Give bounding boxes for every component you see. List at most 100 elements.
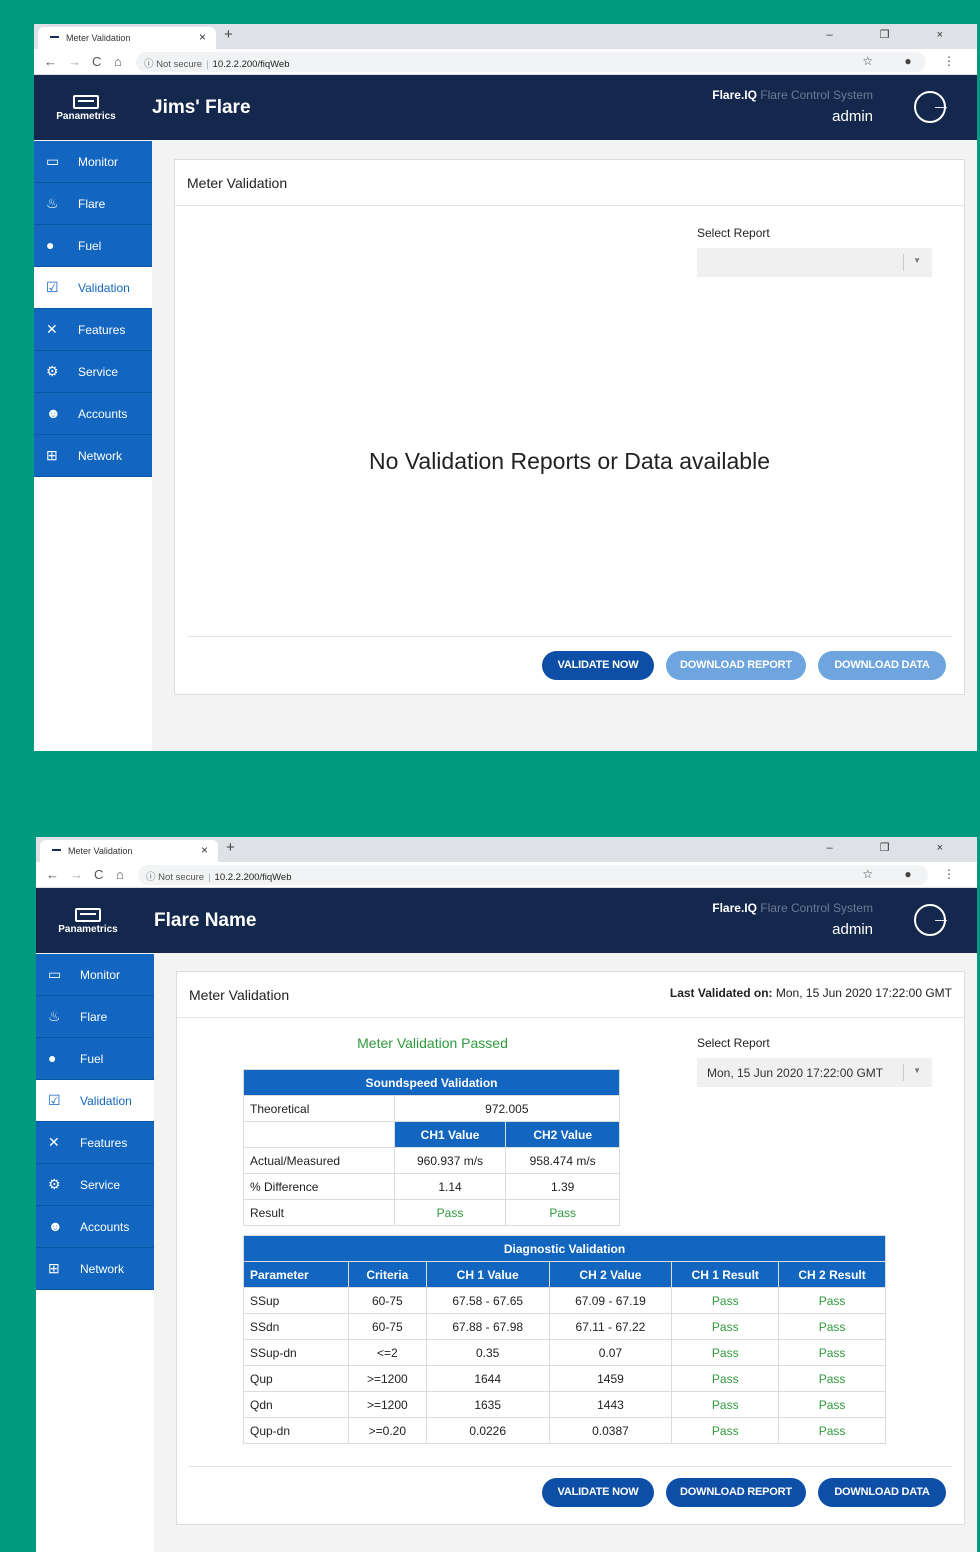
- validation-status: Meter Validation Passed: [357, 1035, 508, 1051]
- download-data-button[interactable]: DOWNLOAD DATA: [818, 1478, 946, 1507]
- diagnostic-cell: Pass: [778, 1339, 886, 1366]
- diagnostic-cell: 1644: [425, 1365, 550, 1392]
- validate-now-button[interactable]: VALIDATE NOW: [542, 651, 654, 680]
- diagnostic-cell: 1443: [548, 1391, 673, 1418]
- back-icon[interactable]: ←: [46, 867, 59, 882]
- diagnostic-cell: Qdn: [243, 1391, 349, 1418]
- tools-icon: ✕: [46, 321, 58, 337]
- monitor-icon: ▭: [46, 153, 60, 169]
- forward-icon[interactable]: →: [68, 54, 81, 69]
- sidebar-item-validation[interactable]: ☑ Validation: [34, 267, 152, 309]
- brand-logo: Panametrics: [42, 95, 130, 122]
- sidebar-item-flare[interactable]: ♨ Flare: [36, 996, 154, 1038]
- diagnostic-cell: 60-75: [347, 1287, 427, 1314]
- home-icon[interactable]: ⌂: [114, 54, 122, 69]
- validate-now-button[interactable]: VALIDATE NOW: [542, 1478, 654, 1507]
- diagnostic-header-0: Parameter: [243, 1261, 349, 1288]
- sidebar-item-fuel[interactable]: ● Fuel: [34, 225, 152, 267]
- diagnostic-header-4: CH 1 Result: [671, 1261, 780, 1288]
- url-field[interactable]: ⓘ Not secure | 10.2.2.200/fiqWeb: [136, 52, 926, 72]
- divider: [187, 636, 952, 637]
- sidebar: ▭ Monitor ♨ Flare ● Fuel ☑ Validation ✕ Features ⚙…: [34, 141, 152, 751]
- diagnostic-cell: Qup-dn: [243, 1417, 349, 1444]
- ch2-result: Pass: [505, 1199, 620, 1226]
- sidebar-item-accounts[interactable]: ☻ Accounts: [36, 1206, 154, 1248]
- users-icon: ☻: [46, 405, 61, 421]
- sidebar-item-label: Network: [80, 1262, 125, 1276]
- sidebar-item-features[interactable]: ✕ Features: [36, 1122, 154, 1164]
- reload-icon[interactable]: C: [92, 54, 101, 69]
- select-report-label: Select Report: [697, 226, 770, 240]
- new-tab-button[interactable]: +: [224, 26, 233, 43]
- flame-icon: ♨: [48, 1008, 61, 1024]
- report-dropdown[interactable]: Mon, 15 Jun 2020 17:22:00 GMT ▼: [697, 1058, 932, 1087]
- diagnostic-cell: Pass: [778, 1391, 886, 1418]
- card-header: Meter Validation: [175, 160, 964, 206]
- url-text: 10.2.2.200/fiqWeb: [212, 59, 290, 70]
- card-title: Meter Validation: [187, 175, 288, 191]
- back-icon[interactable]: ←: [44, 54, 57, 69]
- ch1-result: Pass: [393, 1199, 507, 1226]
- report-select: Select Report Mon, 15 Jun 2020 17:22:00 …: [697, 1036, 932, 1087]
- card-header: Meter Validation Last Validated on: Mon,…: [177, 972, 964, 1018]
- sidebar-item-label: Flare: [78, 197, 106, 211]
- info-icon: ⓘ: [144, 59, 157, 70]
- sidebar-item-network[interactable]: ⊞ Network: [36, 1248, 154, 1290]
- forward-icon[interactable]: →: [70, 867, 83, 882]
- download-report-button[interactable]: DOWNLOAD REPORT: [666, 651, 806, 680]
- diagnostic-cell: Pass: [671, 1391, 780, 1418]
- sidebar-item-label: Service: [80, 1178, 121, 1192]
- site-title: Flare Name: [154, 910, 257, 931]
- ch1-value: 960.937 m/s: [393, 1147, 507, 1174]
- reload-icon[interactable]: C: [94, 867, 103, 882]
- sidebar-item-service[interactable]: ⚙ Service: [36, 1164, 154, 1206]
- brand-logo: Panametrics: [44, 908, 132, 935]
- soundspeed-table: Soundspeed Validation Theoretical 972.00…: [243, 1069, 621, 1226]
- sidebar-item-network[interactable]: ⊞ Network: [34, 435, 152, 477]
- browser-tab[interactable]: Meter Validation ×: [38, 27, 216, 49]
- validation-card: Meter Validation Last Validated on: Mon,…: [176, 971, 965, 1525]
- table-row: SSup-dn <=2 0.35 0.07 Pass Pass: [243, 1339, 886, 1366]
- diagnostic-cell: 60-75: [347, 1313, 427, 1340]
- diagnostic-cell: 0.07: [548, 1339, 673, 1366]
- sidebar-item-label: Flare: [80, 1010, 108, 1024]
- download-data-button[interactable]: DOWNLOAD DATA: [818, 651, 946, 680]
- sidebar-item-flare[interactable]: ♨ Flare: [34, 183, 152, 225]
- diagnostic-cell: 1459: [548, 1365, 673, 1392]
- sidebar-item-fuel[interactable]: ● Fuel: [36, 1038, 154, 1080]
- home-icon[interactable]: ⌂: [116, 867, 124, 882]
- sidebar-item-monitor[interactable]: ▭ Monitor: [34, 141, 152, 183]
- report-dropdown[interactable]: ▼: [697, 248, 932, 277]
- window-controls[interactable]: – ❐ ×: [826, 841, 965, 854]
- user-name: admin: [832, 921, 873, 938]
- diagnostic-cell: 67.11 - 67.22: [548, 1313, 673, 1340]
- address-bar: ← → C ⌂ ⓘ Not secure | 10.2.2.200/fiqWeb ☆…: [36, 862, 977, 888]
- favicon-icon: [50, 36, 59, 40]
- browser-tab[interactable]: Meter Validation ×: [40, 840, 218, 862]
- browser-actions-icons[interactable]: ☆ ● ⋮: [862, 867, 969, 881]
- diagnostic-cell: >=1200: [347, 1365, 427, 1392]
- drop-icon: ●: [46, 237, 55, 253]
- download-report-button[interactable]: DOWNLOAD REPORT: [666, 1478, 806, 1507]
- browser-tab-strip: Meter Validation × + – ❐ ×: [36, 837, 977, 862]
- sidebar-item-features[interactable]: ✕ Features: [34, 309, 152, 351]
- sidebar-item-service[interactable]: ⚙ Service: [34, 351, 152, 393]
- network-icon: ⊞: [48, 1260, 60, 1276]
- diagnostic-cell: 0.0226: [425, 1417, 550, 1444]
- tab-close-icon[interactable]: ×: [201, 843, 208, 857]
- diagnostic-cell: 1635: [425, 1391, 550, 1418]
- new-tab-button[interactable]: +: [226, 839, 235, 856]
- address-bar: ← → C ⌂ ⓘ Not secure | 10.2.2.200/fiqWeb ☆…: [34, 49, 977, 75]
- tab-close-icon[interactable]: ×: [199, 30, 206, 44]
- window-controls[interactable]: – ❐ ×: [826, 28, 965, 41]
- sidebar-item-monitor[interactable]: ▭ Monitor: [36, 954, 154, 996]
- sidebar-item-validation[interactable]: ☑ Validation: [36, 1080, 154, 1122]
- ch1-header: CH1 Value: [393, 1121, 507, 1148]
- diagnostic-cell: SSdn: [243, 1313, 349, 1340]
- browser-actions-icons[interactable]: ☆ ● ⋮: [862, 54, 969, 68]
- sidebar-item-label: Network: [78, 449, 123, 463]
- site-title: Jims' Flare: [152, 97, 251, 118]
- diagnostic-cell: 0.35: [425, 1339, 550, 1366]
- url-field[interactable]: ⓘ Not secure | 10.2.2.200/fiqWeb: [138, 865, 928, 885]
- sidebar-item-accounts[interactable]: ☻ Accounts: [34, 393, 152, 435]
